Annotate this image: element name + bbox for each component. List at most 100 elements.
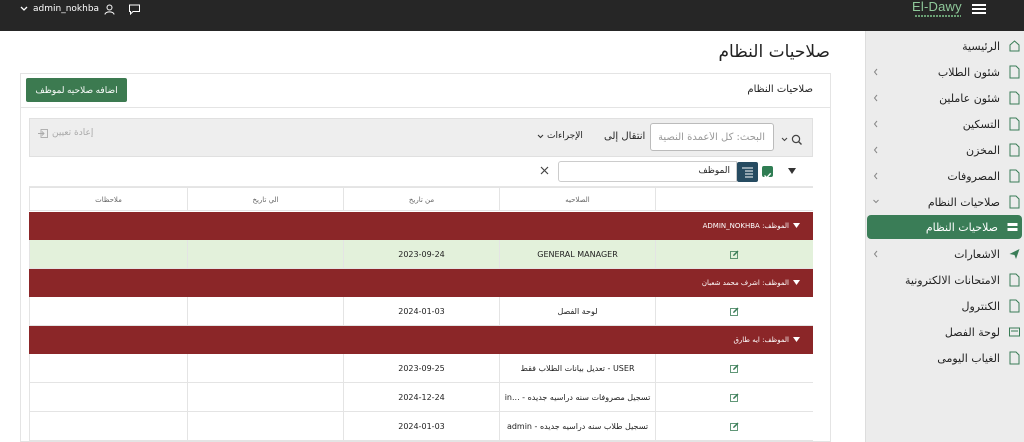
to-date-cell	[187, 354, 343, 382]
group-by-field[interactable]: الموظف	[558, 161, 737, 182]
sidebar-item[interactable]: الامتحانات الالكترونية	[865, 268, 1024, 292]
chevron-left-icon	[873, 250, 878, 258]
table-row[interactable]: 2023-09-24 GENERAL MANAGER	[29, 240, 813, 269]
notes-cell	[29, 240, 187, 268]
sidebar-item-label: الغياب اليومى	[937, 351, 1000, 365]
username: admin_nokhba	[33, 4, 100, 14]
group-by-checkbox[interactable]	[762, 166, 773, 179]
column-header-from-date[interactable]: من تاريخ	[343, 188, 499, 210]
collapse-caret-icon	[793, 280, 800, 285]
group-header-label: الموظف: اشرف محمد شعبان	[701, 279, 789, 287]
permissions-icon	[1007, 223, 1018, 231]
sidebar-item-label: الرئيسية	[962, 39, 1000, 53]
document-icon	[1009, 299, 1020, 313]
document-icon	[1009, 91, 1020, 105]
edit-cell[interactable]	[655, 240, 813, 268]
table-row[interactable]: 2023-09-25 USER - تعديل بيانات الطلاب فقط	[29, 354, 813, 383]
column-header-edit	[655, 188, 813, 210]
edit-cell[interactable]	[655, 297, 813, 325]
column-header-to-date[interactable]: الي تاريخ	[187, 188, 343, 210]
table-header: ملاحظات الي تاريخ من تاريخ الصلاحيه	[29, 187, 813, 211]
sidebar-item-label: شئون الطلاب	[937, 65, 1000, 79]
edit-cell[interactable]	[655, 354, 813, 382]
group-header-row[interactable]: الموظف: اشرف محمد شعبان	[29, 269, 813, 297]
column-header-permission[interactable]: الصلاحيه	[499, 188, 655, 210]
add-permission-button[interactable]: اضافه صلاحيه لموظف	[26, 78, 127, 102]
table-row[interactable]: 2024-01-03 لوحة الفصل	[29, 297, 813, 326]
chevron-left-icon	[873, 172, 878, 180]
search-column-selector[interactable]	[781, 131, 803, 145]
check-icon	[764, 172, 772, 179]
sidebar-item[interactable]: صلاحيات النظام	[867, 215, 1022, 239]
sidebar-item-label: شئون عاملين	[939, 91, 1000, 105]
sidebar-item[interactable]: صلاحيات النظام	[865, 190, 1024, 214]
page-title: صلاحيات النظام	[718, 42, 831, 62]
sidebar-item[interactable]: المخزن	[865, 138, 1024, 162]
edit-icon[interactable]	[730, 422, 739, 431]
group-header-row[interactable]: الموظف: ايه طارق	[29, 326, 813, 354]
collapse-caret-icon[interactable]	[788, 168, 796, 174]
top-bar: admin_nokhba El-Dawy	[0, 0, 1024, 31]
edit-icon[interactable]	[730, 307, 739, 316]
group-header-row[interactable]: الموظف: ADMIN_NOKHBA	[29, 212, 813, 240]
sidebar-item[interactable]: الكنترول	[865, 294, 1024, 318]
search-icon	[781, 134, 802, 145]
from-date-cell: 2024-12-24	[343, 383, 499, 411]
document-icon	[1009, 351, 1020, 365]
group-by-icon	[742, 167, 753, 178]
group-header-label: الموظف: ايه طارق	[733, 336, 789, 344]
sidebar-item[interactable]: الرئيسية	[865, 34, 1024, 58]
actions-menu[interactable]: الإجراءات	[537, 131, 583, 141]
board-icon	[1009, 327, 1020, 337]
sidebar-item[interactable]: الاشعارات	[865, 242, 1024, 266]
sidebar-item[interactable]: المصروفات	[865, 164, 1024, 188]
card-title: صلاحيات النظام	[747, 84, 813, 95]
reset-button[interactable]: إعادة تعيين	[38, 128, 93, 138]
clear-icon[interactable]	[540, 166, 549, 175]
sidebar-item[interactable]: التسكين	[865, 112, 1024, 136]
user-menu[interactable]: admin_nokhba	[20, 0, 141, 18]
permission-cell: تسجيل مصروفات سنه دراسيه جديده - ...in	[499, 383, 655, 411]
sidebar-item[interactable]: شئون عاملين	[865, 86, 1024, 110]
home-icon	[1009, 40, 1020, 52]
chevron-left-icon	[873, 94, 878, 102]
to-date-cell	[187, 383, 343, 411]
group-by-button[interactable]	[737, 162, 758, 182]
sidebar-item[interactable]: الغياب اليومى	[865, 346, 1024, 370]
goto-button[interactable]: انتقال إلى	[604, 131, 645, 142]
document-icon	[1009, 143, 1020, 157]
search-input[interactable]	[650, 123, 774, 151]
table-row[interactable]: 2024-01-03 تسجيل طلاب سنه دراسيه جديده - …	[29, 412, 813, 441]
edit-cell[interactable]	[655, 383, 813, 411]
document-icon	[1009, 169, 1020, 183]
sidebar-item-label: لوحة الفصل	[944, 325, 1000, 339]
edit-cell[interactable]	[655, 412, 813, 440]
sidebar-item-label: المصروفات	[947, 169, 1000, 183]
from-date-cell: 2024-01-03	[343, 297, 499, 325]
notes-cell	[29, 297, 187, 325]
chevron-down-icon	[20, 6, 28, 11]
chat-icon[interactable]	[128, 4, 141, 15]
sidebar-item[interactable]: شئون الطلاب	[865, 60, 1024, 84]
collapse-caret-icon	[793, 337, 800, 342]
sidebar-item-label: المخزن	[965, 143, 1000, 157]
document-icon	[1009, 273, 1020, 287]
edit-icon[interactable]	[730, 393, 739, 402]
reset-icon	[38, 128, 48, 138]
from-date-cell: 2023-09-24	[343, 240, 499, 268]
edit-icon[interactable]	[730, 250, 739, 259]
chevron-left-icon	[873, 146, 878, 154]
sidebar-item-label: صلاحيات النظام	[927, 195, 1000, 209]
to-date-cell	[187, 240, 343, 268]
notes-cell	[29, 383, 187, 411]
menu-toggle-icon[interactable]	[972, 4, 986, 14]
sidebar-item[interactable]: لوحة الفصل	[865, 320, 1024, 344]
table-row[interactable]: 2024-12-24 تسجيل مصروفات سنه دراسيه جديده…	[29, 383, 813, 412]
to-date-cell	[187, 297, 343, 325]
document-icon	[1009, 195, 1020, 209]
column-header-notes[interactable]: ملاحظات	[29, 188, 187, 210]
brand-logo[interactable]: El-Dawy	[912, 0, 964, 19]
brand-underline	[915, 15, 961, 17]
chevron-left-icon	[873, 120, 878, 128]
edit-icon[interactable]	[730, 364, 739, 373]
